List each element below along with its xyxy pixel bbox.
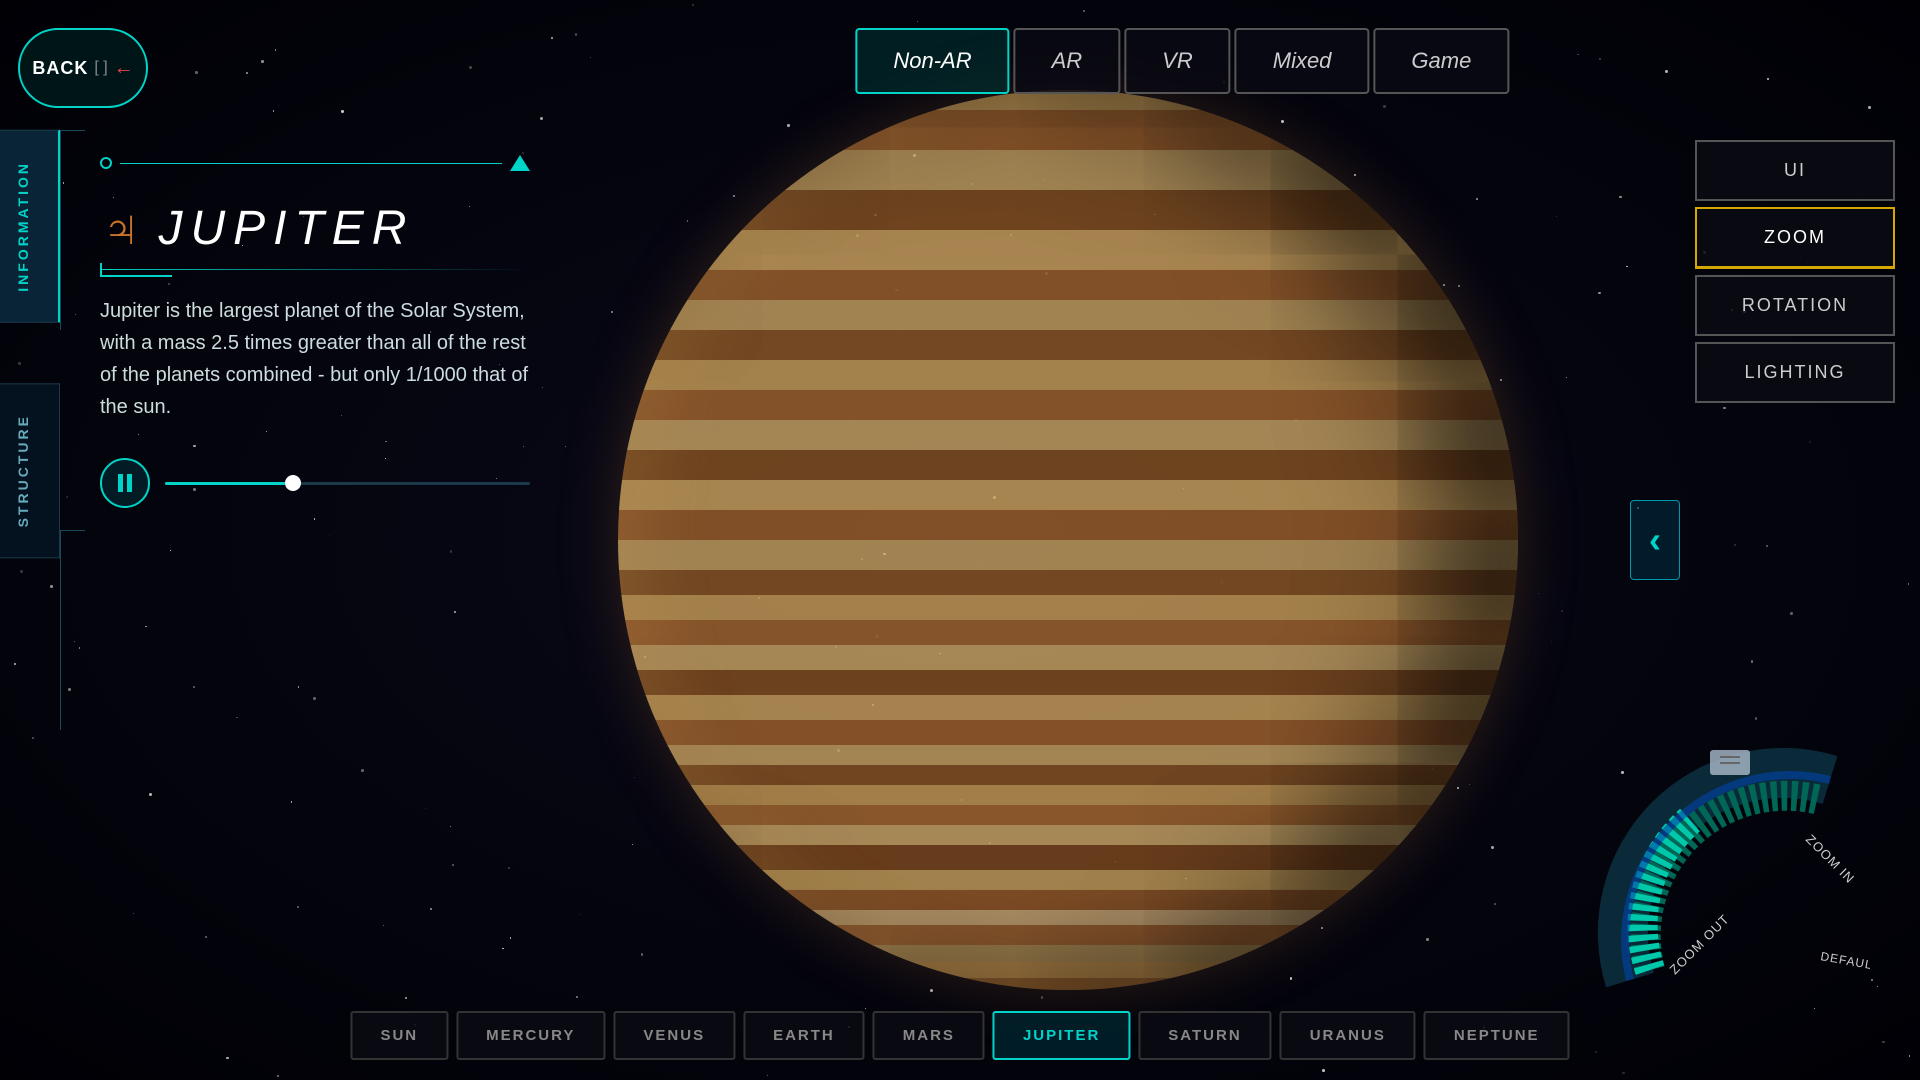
right-panel: UI ZOOM ROTATION LIGHTING: [1695, 140, 1895, 403]
panel-btn-lighting[interactable]: LIGHTING: [1695, 342, 1895, 403]
planet-nav-saturn[interactable]: SATURN: [1138, 1011, 1271, 1060]
play-pause-button[interactable]: [100, 458, 150, 508]
planet-symbol: ♃: [100, 196, 142, 261]
back-arrow-icon: ←: [114, 57, 134, 80]
panel-btn-ui[interactable]: UI: [1695, 140, 1895, 201]
svg-text:DEFAULT: DEFAULT: [1819, 949, 1870, 973]
planet-nav-neptune[interactable]: NEPTUNE: [1424, 1011, 1570, 1060]
sidebar-tab-information[interactable]: INFORMATION: [0, 130, 60, 323]
audio-player: [100, 458, 530, 508]
zoom-dial-svg: ZOOM IN ZOOM OUT DEFAULT: [1590, 740, 1870, 1020]
planet-nav-earth[interactable]: EARTH: [743, 1011, 865, 1060]
planet-nav-uranus[interactable]: URANUS: [1280, 1011, 1416, 1060]
mode-tabs-container: Non-AR AR VR Mixed Game: [855, 28, 1509, 94]
svg-text:ZOOM IN: ZOOM IN: [1803, 832, 1858, 887]
back-label: BACK: [32, 58, 88, 79]
sidebar-deco-top: [60, 130, 85, 330]
svg-text:ZOOM OUT: ZOOM OUT: [1667, 911, 1733, 977]
audio-progress-thumb[interactable]: [285, 475, 301, 491]
tab-vr[interactable]: VR: [1124, 28, 1231, 94]
planet-nav-bar: SUN MERCURY VENUS EARTH MARS JUPITER SAT…: [350, 1011, 1569, 1060]
chevron-right-button[interactable]: ‹: [1630, 500, 1680, 580]
top-slider[interactable]: [100, 155, 530, 171]
back-button[interactable]: BACK [ ] ←: [18, 28, 148, 108]
info-content-panel: ♃ JUPITER Jupiter is the largest planet …: [100, 155, 530, 508]
slider-triangle-icon: [510, 155, 530, 171]
planet-nav-sun[interactable]: SUN: [350, 1011, 448, 1060]
ui-layer: BACK [ ] ← Non-AR AR VR Mixed Game UI ZO…: [0, 0, 1920, 1080]
planet-nav-jupiter[interactable]: JUPITER: [993, 1011, 1130, 1060]
planet-nav-venus[interactable]: VENUS: [613, 1011, 735, 1060]
tab-game[interactable]: Game: [1373, 28, 1509, 94]
pause-icon: [118, 474, 132, 492]
slider-line: [120, 163, 502, 164]
planet-nav-mercury[interactable]: MERCURY: [456, 1011, 605, 1060]
panel-btn-zoom[interactable]: ZOOM: [1695, 207, 1895, 269]
planet-name: JUPITER: [158, 201, 414, 256]
planet-nav-mars[interactable]: MARS: [873, 1011, 985, 1060]
sidebar-tab-structure[interactable]: STRUCTURE: [0, 383, 60, 558]
tab-ar[interactable]: AR: [1014, 28, 1121, 94]
audio-progress-fill: [165, 482, 293, 485]
planet-title-area: ♃ JUPITER: [100, 196, 530, 270]
panel-btn-rotation[interactable]: ROTATION: [1695, 275, 1895, 336]
pause-bar-right: [127, 474, 132, 492]
slider-circle-icon: [100, 157, 112, 169]
audio-progress-track[interactable]: [165, 482, 530, 485]
tab-mixed[interactable]: Mixed: [1235, 28, 1370, 94]
sidebar-deco-bottom: [60, 530, 85, 730]
chevron-right-icon: ‹: [1649, 519, 1661, 561]
zoom-dial[interactable]: ZOOM IN ZOOM OUT DEFAULT: [1590, 740, 1870, 1020]
tab-non-ar[interactable]: Non-AR: [855, 28, 1009, 94]
planet-description: Jupiter is the largest planet of the Sol…: [100, 295, 530, 423]
title-underline: [100, 269, 530, 270]
pause-bar-left: [118, 474, 123, 492]
back-sep: [ ]: [94, 59, 107, 77]
